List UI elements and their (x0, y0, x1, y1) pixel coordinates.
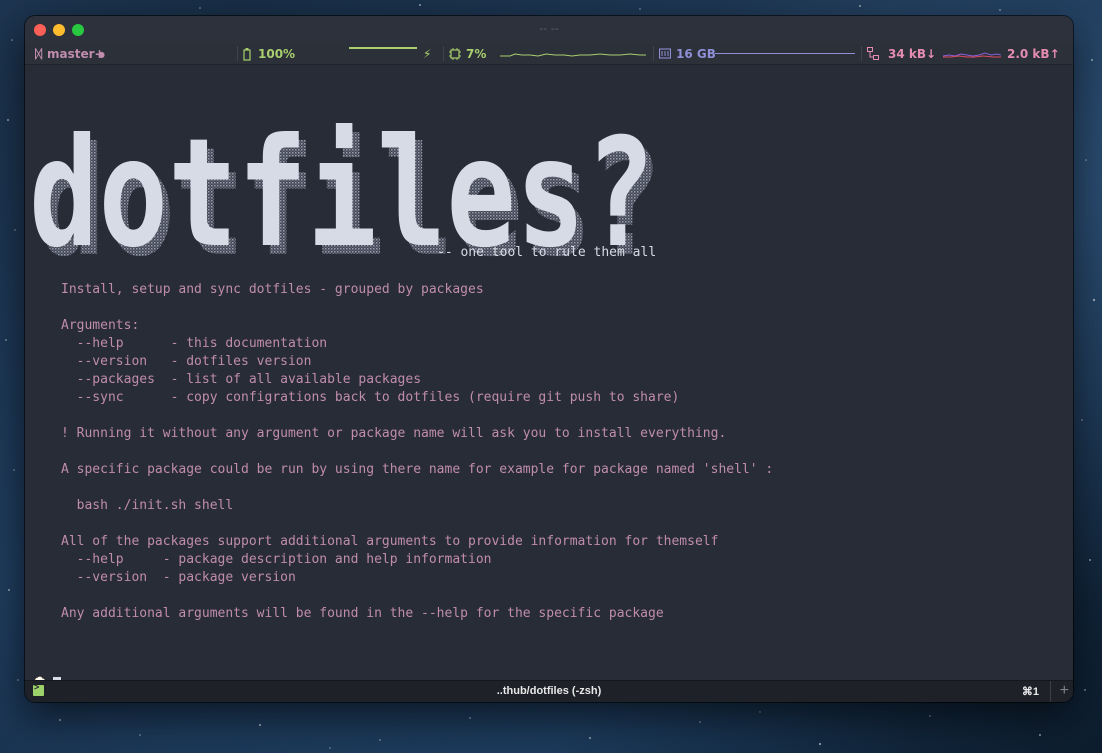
help-line: --packages - list of all available packa… (61, 372, 422, 387)
help-line: --version - package version (61, 570, 296, 585)
cpu-icon (449, 48, 461, 60)
tab-divider (1050, 681, 1051, 702)
network-icon (867, 47, 879, 60)
battery-icon (243, 48, 251, 61)
help-line: A specific package could be run by using… (61, 462, 774, 477)
terminal-output[interactable]: dotfiles? dotfiles? -- one tool to rule … (25, 65, 1073, 694)
help-line: ! Running it without any argument or pac… (61, 426, 727, 441)
help-line: --version - dotfiles version (61, 354, 312, 369)
network-download: 34 kB↓ (888, 47, 937, 61)
dotfiles-ascii-banner: dotfiles? dotfiles? (33, 107, 662, 267)
memory-icon (659, 48, 671, 59)
tab-title[interactable]: ..thub/dotfiles (-zsh) (25, 685, 1073, 697)
status-divider (443, 46, 444, 61)
battery-percent: 100% (258, 47, 296, 61)
git-branch-label: master+ (47, 47, 105, 61)
bolt-icon: ⚡ (423, 47, 432, 61)
help-line: --sync - copy configrations back to dotf… (61, 390, 680, 405)
banner-text: dotfiles? (33, 107, 655, 267)
help-line: Any additional arguments will be found i… (61, 606, 664, 621)
battery-level-bar (349, 47, 417, 49)
cpu-usage-graph (500, 53, 646, 57)
cpu-usage: 7% (466, 47, 487, 61)
tab-bar: ..thub/dotfiles (-zsh) ⌘1 + (25, 680, 1073, 702)
tab-shortcut: ⌘1 (1021, 686, 1039, 698)
status-divider (653, 46, 654, 61)
network-traffic-graph (943, 52, 1001, 58)
network-upload: 2.0 kB↑ (1007, 47, 1060, 61)
tmux-status-bar: ᛞ master+ ● 100% ⚡ 7% 16 GB 34 kB↓ 2.0 k… (25, 44, 1073, 65)
window-title: -- -- (539, 22, 559, 35)
terminal-window: -- -- ᛞ master+ ● 100% ⚡ 7% 16 GB 34 kB↓… (25, 16, 1073, 702)
help-line: All of the packages support additional a… (61, 534, 719, 549)
status-divider (237, 46, 238, 61)
help-line: Arguments: (61, 318, 140, 333)
git-dirty-indicator: ● (98, 50, 105, 59)
status-divider (861, 46, 862, 61)
title-bar: -- -- (25, 16, 1073, 44)
help-line: --help - this documentation (61, 336, 328, 351)
help-line: --help - package description and help in… (61, 552, 492, 567)
new-tab-button[interactable]: + (1060, 682, 1069, 700)
help-line: bash ./init.sh shell (61, 498, 234, 513)
git-branch-icon: ᛞ (35, 47, 43, 61)
help-line: Install, setup and sync dotfiles - group… (61, 282, 484, 297)
memory-amount: 16 GB (676, 47, 716, 61)
memory-usage-graph (715, 53, 855, 54)
tagline: -- one tool to rule them all (437, 245, 657, 260)
